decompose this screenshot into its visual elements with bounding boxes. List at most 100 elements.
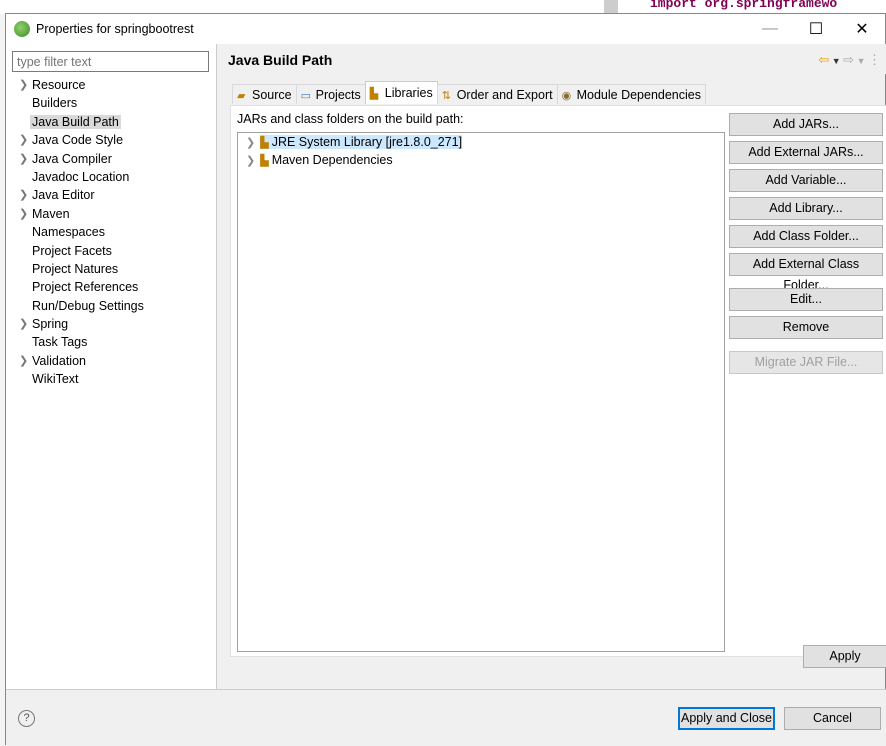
- tree-item-label: Namespaces: [32, 225, 105, 240]
- tree-item-label: Resource: [32, 78, 86, 92]
- navigation-buttons: ⇦ ▼ ⇨ ▼ ⋮: [818, 52, 881, 68]
- expand-chevron-icon[interactable]: ❯: [19, 186, 28, 204]
- tree-item[interactable]: Namespaces: [6, 223, 217, 241]
- expand-chevron-icon[interactable]: ❯: [19, 315, 28, 333]
- apply-and-close-button[interactable]: Apply and Close: [678, 707, 775, 730]
- tree-item[interactable]: ❯ Resource: [6, 76, 217, 94]
- edit-button[interactable]: Edit...: [729, 288, 883, 311]
- maximize-button[interactable]: ☐: [793, 14, 839, 44]
- cancel-button[interactable]: Cancel: [784, 707, 881, 730]
- libraries-icon: ▙: [369, 88, 379, 100]
- title-bar: Properties for springbootrest — ☐ ✕: [6, 14, 885, 44]
- tree-item-label: Java Build Path: [30, 114, 121, 129]
- tree-item[interactable]: ❯ Validation: [6, 352, 217, 370]
- library-icon: ▙: [260, 137, 269, 149]
- add-library-button[interactable]: Add Library...: [729, 197, 883, 220]
- tab-label: Libraries: [384, 86, 433, 100]
- tree-item[interactable]: ❯ Java Editor: [6, 186, 217, 204]
- add-class-folder-button[interactable]: Add Class Folder...: [729, 225, 883, 248]
- tree-item-label: Maven: [32, 206, 70, 221]
- remove-button[interactable]: Remove: [729, 316, 883, 339]
- library-label: JRE System Library [jre1.8.0_271]: [271, 135, 463, 149]
- add-jars-button[interactable]: Add JARs...: [729, 113, 883, 136]
- library-item[interactable]: ❯ ▙ JRE System Library [jre1.8.0_271]: [238, 133, 724, 151]
- expand-chevron-icon[interactable]: ❯: [19, 352, 28, 370]
- background-editor: import org.springframewo: [0, 0, 886, 14]
- forward-menu-icon[interactable]: ▼: [854, 56, 868, 66]
- tree-item-label: WikiText: [32, 372, 79, 387]
- tree-item[interactable]: Javadoc Location: [6, 168, 217, 186]
- add-external-class-folder-button[interactable]: Add External Class Folder...: [729, 253, 883, 292]
- tree-item[interactable]: Java Build Path: [6, 113, 217, 131]
- library-icon: ▙: [260, 155, 269, 167]
- tab-label: Source: [252, 88, 292, 102]
- add-variable-button[interactable]: Add Variable...: [729, 169, 883, 192]
- expand-chevron-icon[interactable]: ❯: [19, 205, 28, 223]
- tree-item[interactable]: ❯ Maven: [6, 205, 217, 223]
- tree-item-label: Validation: [32, 353, 86, 368]
- migrate-jar-file-button: Migrate JAR File...: [729, 351, 883, 374]
- back-arrow-icon[interactable]: ⇦: [818, 52, 829, 67]
- tree-item-label: Java Code Style: [32, 133, 124, 148]
- tree-item[interactable]: ❯ Java Code Style: [6, 131, 217, 149]
- projects-folder-icon: ▭: [300, 90, 312, 102]
- tab-label: Projects: [315, 88, 361, 102]
- tree-item[interactable]: ❯ Java Compiler: [6, 150, 217, 168]
- spring-logo-icon: [14, 21, 30, 37]
- tree-item-label: Spring: [32, 317, 69, 332]
- background-scrollbar: [604, 0, 618, 14]
- tree-item-label: Builders: [32, 96, 78, 111]
- tree-item-label: Project References: [32, 280, 139, 295]
- properties-dialog: Properties for springbootrest — ☐ ✕ ❯ Res…: [5, 13, 886, 746]
- window-title: Properties for springbootrest: [36, 22, 194, 36]
- tree-item[interactable]: Builders: [6, 94, 217, 112]
- tab-bar: ▰ Source ▭ Projects ▙ Libraries ⇅ Order and Exp…: [232, 81, 706, 104]
- filter-input[interactable]: [12, 51, 209, 72]
- expand-chevron-icon[interactable]: ❯: [246, 137, 255, 149]
- tab-order-and-export[interactable]: ⇅ Order and Export: [436, 84, 558, 104]
- tab-source[interactable]: ▰ Source: [232, 84, 297, 104]
- minimize-button[interactable]: —: [747, 14, 793, 44]
- forward-arrow-icon[interactable]: ⇨: [843, 52, 854, 67]
- close-button[interactable]: ✕: [839, 14, 885, 44]
- help-icon[interactable]: ?: [18, 710, 35, 727]
- apply-button[interactable]: Apply: [803, 645, 886, 668]
- tree-item[interactable]: Task Tags: [6, 333, 217, 351]
- tree-item[interactable]: ❯ Spring: [6, 315, 217, 333]
- expand-chevron-icon[interactable]: ❯: [246, 155, 255, 167]
- tab-libraries[interactable]: ▙ Libraries: [364, 81, 438, 104]
- tab-label: Order and Export: [456, 88, 553, 102]
- expand-chevron-icon[interactable]: ❯: [19, 76, 28, 94]
- tree-item-label: Run/Debug Settings: [32, 298, 144, 313]
- tree-item-label: Project Facets: [32, 243, 112, 258]
- back-menu-icon[interactable]: ▼: [829, 56, 843, 66]
- expand-chevron-icon[interactable]: ❯: [19, 150, 28, 168]
- page-pane: Java Build Path ⇦ ▼ ⇨ ▼ ⋮ ▰ Source ▭ Projec…: [218, 44, 886, 689]
- background-code: import org.springframewo: [650, 0, 838, 11]
- tree-item[interactable]: WikiText: [6, 370, 217, 388]
- libraries-label: JARs and class folders on the build path…: [237, 112, 464, 126]
- tree-item[interactable]: Project Natures: [6, 260, 217, 278]
- tree-item-label: Task Tags: [32, 335, 88, 350]
- tree-item[interactable]: Project Facets: [6, 242, 217, 260]
- category-tree: ❯ Resource Builders Java Build Path ❯ Java Co…: [6, 76, 217, 389]
- module-icon: ◉: [561, 90, 572, 102]
- tree-item[interactable]: Project References: [6, 278, 217, 296]
- category-pane: ❯ResourceBuildersJava Build Path❯Java Co…: [6, 44, 217, 689]
- tree-item[interactable]: Run/Debug Settings: [6, 297, 217, 315]
- libraries-tree[interactable]: ❯ ▙ JRE System Library [jre1.8.0_271] ❯ ▙ Mav…: [237, 132, 725, 652]
- dialog-footer: ? Apply and Close Cancel: [6, 689, 886, 746]
- add-external-jars-button[interactable]: Add External JARs...: [729, 141, 883, 164]
- tree-item-label: Java Compiler: [32, 151, 112, 166]
- expand-chevron-icon[interactable]: ❯: [19, 131, 28, 149]
- library-label: Maven Dependencies: [271, 153, 393, 167]
- library-item[interactable]: ❯ ▙ Maven Dependencies: [238, 151, 724, 169]
- order-export-icon: ⇅: [441, 90, 451, 102]
- page-title: Java Build Path: [218, 44, 886, 74]
- view-menu-icon[interactable]: ⋮: [868, 52, 881, 67]
- tab-projects[interactable]: ▭ Projects: [295, 84, 366, 104]
- tree-item-label: Project Natures: [32, 261, 119, 276]
- tree-item-label: Java Editor: [32, 188, 95, 203]
- tab-module-dependencies[interactable]: ◉ Module Dependencies: [556, 84, 706, 104]
- source-folder-icon: ▰: [237, 90, 246, 102]
